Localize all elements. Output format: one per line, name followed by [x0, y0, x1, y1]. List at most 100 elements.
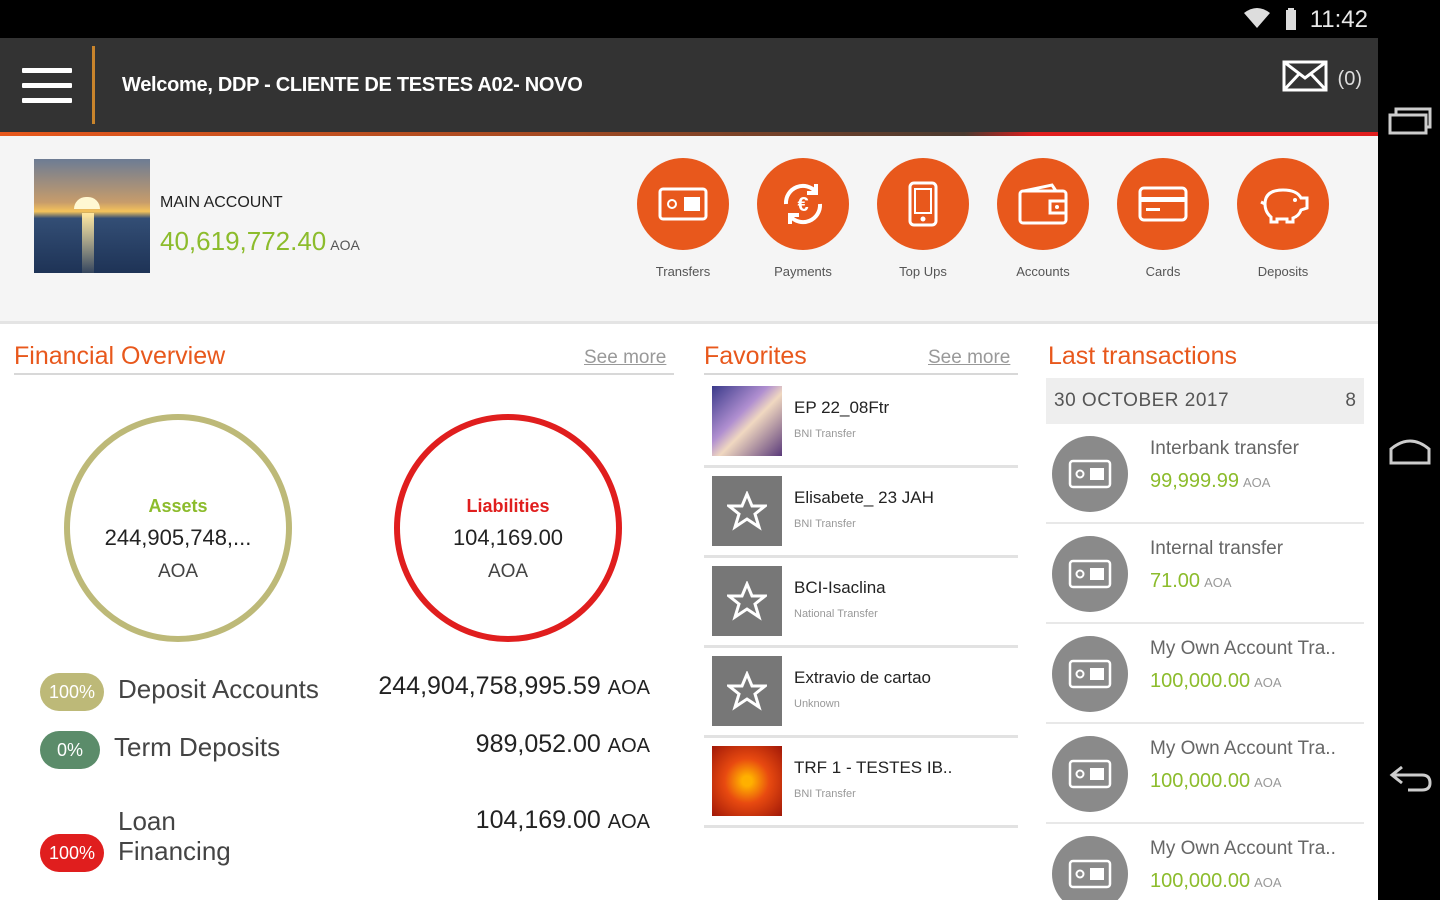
liabilities-label: Liabilities [466, 496, 550, 516]
favorite-name: Extravio de cartao [794, 668, 932, 687]
recent-apps-icon[interactable] [1386, 96, 1434, 144]
liabilities-currency: AOA [487, 561, 529, 582]
transaction-item[interactable]: My Own Account Tra.. 100,000.00 AOA [1046, 624, 1364, 724]
accounts-button[interactable]: Accounts [988, 158, 1098, 279]
term-deposits-name: Term Deposits [114, 732, 281, 762]
transaction-amount-value: 100,000.00 [1150, 770, 1251, 792]
transaction-currency: AOA [1242, 475, 1271, 490]
term-deposits-row[interactable]: 0% Term Deposits 989,052.00 AOA [40, 728, 650, 772]
deposits-button[interactable]: Deposits [1228, 158, 1338, 279]
transfer-card-icon [1052, 536, 1128, 612]
transactions-count: 8 [1345, 390, 1356, 411]
section-divider [704, 373, 1018, 375]
deposit-accounts-pct: 100% [40, 673, 104, 711]
top-ups-button[interactable]: Top Ups [868, 158, 978, 279]
favorite-type: BNI Transfer [794, 788, 856, 800]
system-nav-bar [1378, 38, 1440, 900]
favorite-item[interactable]: Extravio de cartao Unknown [704, 648, 1018, 738]
star-icon [712, 656, 782, 726]
term-deposits-pct: 0% [40, 731, 100, 769]
app-screen: Welcome, DDP - CLIENTE DE TESTES A02- NO… [0, 38, 1378, 900]
account-photo [34, 159, 150, 273]
transaction-amount: 100,000.00 AOA [1150, 770, 1282, 793]
phone-icon [877, 158, 969, 250]
svg-text:€: € [797, 194, 808, 216]
favorite-name: TRF 1 - TESTES IB.. [794, 758, 953, 777]
term-deposits-value: 989,052.00 [475, 730, 601, 758]
favorite-name: Elisabete_ 23 JAH [794, 488, 934, 507]
transactions-date-header: 30 OCTOBER 2017 8 [1046, 378, 1364, 424]
loan-financing-currency: AOA [607, 811, 650, 833]
transfer-card-icon [1052, 736, 1128, 812]
favorite-item[interactable]: EP 22_08Ftr BNI Transfer [704, 378, 1018, 468]
transaction-amount: 100,000.00 AOA [1150, 870, 1282, 893]
star-icon [712, 566, 782, 636]
transaction-currency: AOA [1254, 675, 1282, 690]
transaction-name: My Own Account Tra.. [1150, 738, 1336, 759]
transfer-card-icon [1052, 436, 1128, 512]
loan-financing-name-line2: Financing [118, 836, 231, 866]
transaction-item[interactable]: My Own Account Tra.. 100,000.00 AOA [1046, 724, 1364, 824]
favorite-item[interactable]: Elisabete_ 23 JAH BNI Transfer [704, 468, 1018, 558]
loan-financing-amount: 104,169.00 AOA [476, 806, 650, 835]
favorite-type: Unknown [794, 698, 840, 710]
mail-icon[interactable] [1282, 60, 1328, 97]
transaction-currency: AOA [1254, 775, 1282, 790]
favorites-see-more[interactable]: See more [928, 347, 1010, 369]
financial-overview-see-more[interactable]: See more [584, 347, 666, 369]
status-bar: 11:42 [0, 0, 1440, 38]
loan-financing-name-line1: Loan [118, 806, 176, 836]
loan-financing-row[interactable]: 100% Loan Financing 104,169.00 AOA [40, 800, 650, 880]
transactions-date: 30 OCTOBER 2017 [1054, 390, 1230, 411]
account-label: MAIN ACCOUNT [160, 194, 283, 211]
transfers-button[interactable]: Transfers [628, 158, 738, 279]
mail-count: (0) [1337, 68, 1362, 90]
back-icon[interactable] [1386, 754, 1434, 802]
favorite-photo [712, 386, 782, 456]
assets-ring[interactable]: Assets 244,905,748,... AOA [64, 414, 292, 642]
transaction-amount-value: 99,999.99 [1150, 470, 1239, 492]
transaction-amount-value: 100,000.00 [1150, 670, 1251, 692]
transaction-item[interactable]: Internal transfer 71.00 AOA [1046, 524, 1364, 624]
transaction-currency: AOA [1204, 575, 1232, 590]
financial-overview-title: Financial Overview [14, 342, 226, 370]
deposits-label: Deposits [1257, 264, 1309, 279]
hamburger-menu-icon[interactable] [22, 68, 72, 104]
favorite-name: BCI-Isaclina [794, 578, 886, 597]
euro-refresh-icon: € [757, 158, 849, 250]
deposit-accounts-name: Deposit Accounts [118, 674, 319, 704]
transaction-amount: 99,999.99 AOA [1150, 470, 1270, 493]
piggy-bank-icon [1237, 158, 1329, 250]
transaction-name: My Own Account Tra.. [1150, 638, 1336, 659]
account-balance: 40,619,772.40 AOA [160, 226, 360, 257]
favorite-type: BNI Transfer [794, 518, 856, 530]
term-deposits-currency: AOA [607, 735, 650, 757]
transaction-item[interactable]: My Own Account Tra.. 100,000.00 AOA [1046, 824, 1364, 900]
transaction-name: Interbank transfer [1150, 438, 1299, 459]
assets-currency: AOA [157, 561, 199, 582]
transfer-card-icon [637, 158, 729, 250]
favorite-item[interactable]: BCI-Isaclina National Transfer [704, 558, 1018, 648]
home-icon[interactable] [1386, 426, 1434, 474]
account-currency: AOA [330, 237, 360, 253]
loan-financing-value: 104,169.00 [475, 806, 601, 834]
wifi-icon [1244, 8, 1270, 33]
favorite-type: BNI Transfer [794, 428, 856, 440]
cards-button[interactable]: Cards [1108, 158, 1218, 279]
transaction-amount: 100,000.00 AOA [1150, 670, 1282, 693]
transaction-item[interactable]: Interbank transfer 99,999.99 AOA [1046, 424, 1364, 524]
favorite-photo [712, 746, 782, 816]
cards-label: Cards [1145, 264, 1181, 279]
transfers-label: Transfers [655, 264, 711, 279]
liabilities-ring[interactable]: Liabilities 104,169.00 AOA [394, 414, 622, 642]
account-balance-value: 40,619,772.40 [160, 226, 327, 256]
payments-button[interactable]: € Payments [748, 158, 858, 279]
top-ups-label: Top Ups [899, 264, 947, 279]
assets-value: 244,905,748,... [104, 525, 252, 550]
deposit-accounts-row[interactable]: 100% Deposit Accounts 244,904,758,995.59… [40, 670, 650, 714]
deposit-accounts-amount: 244,904,758,995.59 AOA [378, 672, 650, 701]
favorite-item[interactable]: TRF 1 - TESTES IB.. BNI Transfer [704, 738, 1018, 828]
payments-label: Payments [774, 264, 832, 279]
star-icon [712, 476, 782, 546]
transaction-amount-value: 100,000.00 [1150, 870, 1251, 892]
